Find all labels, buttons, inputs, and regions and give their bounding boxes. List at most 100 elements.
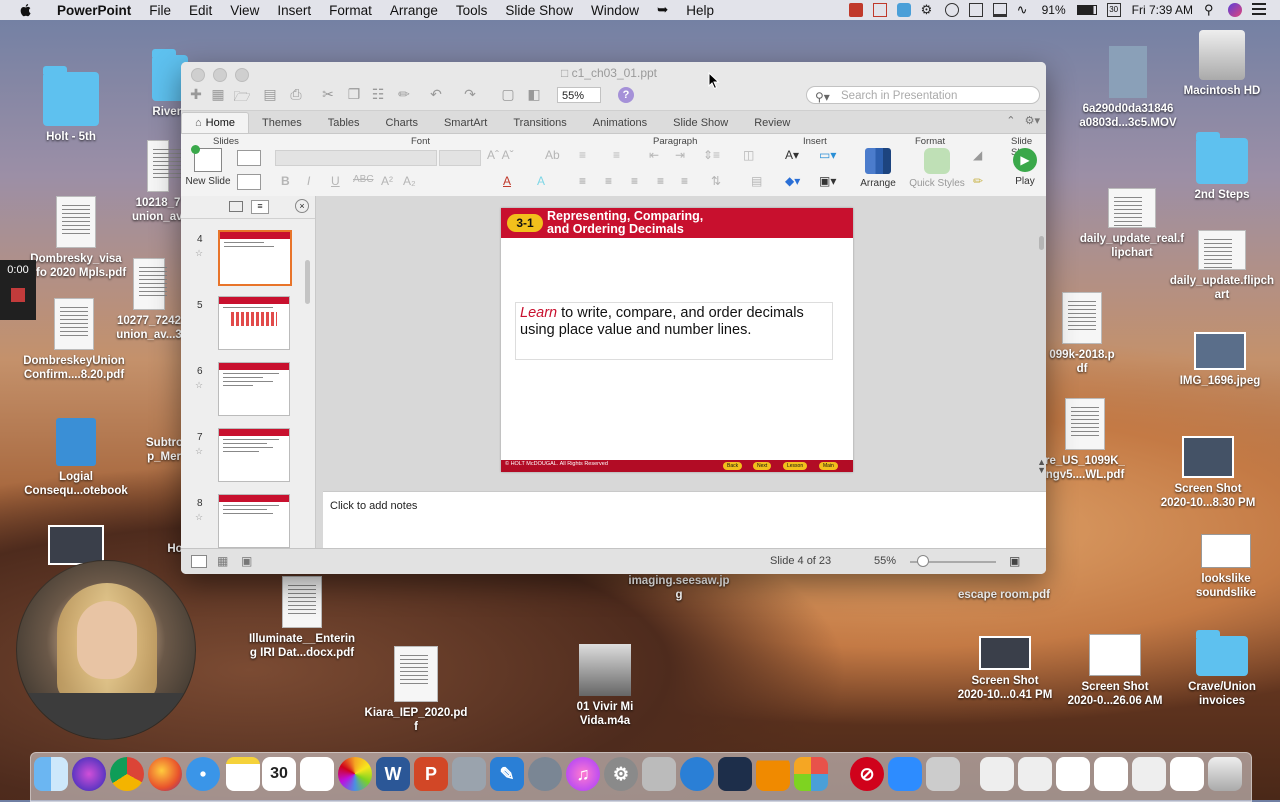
paste-icon[interactable]: ☷	[369, 86, 387, 102]
normal-view-button[interactable]	[191, 555, 207, 568]
tab-themes[interactable]: Themes	[249, 113, 315, 133]
line-color-icon[interactable]: ✏	[973, 174, 983, 188]
align-center-icon[interactable]: ≡	[605, 174, 612, 188]
desktop-file-10218[interactable]: 10218_7 union_av...	[132, 140, 191, 224]
recent-doc-5-icon[interactable]	[1132, 757, 1166, 791]
desktop-file-illuminate[interactable]: Illuminate__Enterin g IRI Dat...docx.pdf	[246, 576, 358, 660]
text-effects-icon[interactable]: A	[537, 174, 545, 188]
siri-icon[interactable]	[1228, 3, 1242, 17]
desktop-folder-holt-5th[interactable]: Holt - 5th	[30, 66, 112, 144]
recent-doc-4-icon[interactable]	[1094, 757, 1128, 791]
outline-view-tab[interactable]: ≡	[251, 200, 269, 214]
prev-next-slide-icon[interactable]: ▲ ▼	[1037, 458, 1046, 475]
shape-icon[interactable]: ▭▾	[819, 148, 836, 162]
photos-icon[interactable]	[338, 757, 372, 791]
menu-window[interactable]: Window	[582, 3, 648, 18]
desktop-file-daily-update[interactable]: daily_update.flipch art	[1166, 230, 1278, 302]
view-icon[interactable]: ◧	[525, 86, 543, 102]
increase-indent-icon[interactable]: ⇥	[675, 148, 685, 162]
desktop-photo-thumbnail[interactable]	[48, 525, 104, 565]
music-icon[interactable]: ♫	[566, 757, 600, 791]
office-app-icon[interactable]	[794, 757, 828, 791]
zoom-window-button[interactable]	[235, 68, 249, 82]
screen-recorder-widget[interactable]: 0:00	[0, 260, 36, 320]
backup-icon[interactable]	[680, 757, 714, 791]
align-right-icon[interactable]: ≡	[631, 174, 638, 188]
desktop-macintosh-hd[interactable]: Macintosh HD	[1176, 30, 1268, 98]
calendar-dock-icon[interactable]: 30	[262, 757, 296, 791]
siri-dock-icon[interactable]	[72, 757, 106, 791]
desktop-file-us-1099k[interactable]: re_US_1099K_ ngv5....WL.pdf	[1044, 398, 1126, 482]
vlc-icon[interactable]	[756, 757, 790, 791]
distributed-icon[interactable]: ≡	[681, 174, 688, 188]
layout-button[interactable]	[237, 150, 261, 166]
thumbnail-scrollbar[interactable]	[305, 260, 310, 304]
minimize-window-button[interactable]	[213, 68, 227, 82]
fit-to-window-button[interactable]: ▣	[1009, 554, 1020, 568]
clear-formatting-icon[interactable]: Ab	[545, 148, 560, 162]
slides-view-tab[interactable]	[229, 201, 243, 212]
script-menu-icon[interactable]: ➥	[648, 2, 677, 18]
align-left-icon[interactable]: ≡	[579, 174, 586, 188]
tab-charts[interactable]: Charts	[373, 113, 431, 133]
lesson-nav-button[interactable]: Lesson	[783, 462, 808, 470]
zoom-app-icon[interactable]	[888, 757, 922, 791]
align-text-icon[interactable]: ▤	[751, 174, 762, 188]
printer-icon[interactable]	[968, 3, 983, 17]
launchpad-icon[interactable]	[528, 757, 562, 791]
notification-center-icon[interactable]	[1252, 3, 1266, 17]
menu-edit[interactable]: Edit	[180, 3, 221, 18]
system-preferences-icon[interactable]: ⚙	[604, 757, 638, 791]
desktop-screenshot-0-41[interactable]: Screen Shot 2020-10...0.41 PM	[950, 636, 1060, 702]
screen-record-icon[interactable]	[896, 3, 911, 17]
next-nav-button[interactable]: Next	[753, 462, 772, 470]
text-direction-icon[interactable]: ⇅	[711, 174, 721, 188]
new-slide-button[interactable]: New Slide	[185, 145, 231, 187]
tab-review[interactable]: Review	[741, 113, 803, 133]
back-nav-button[interactable]: Back	[723, 462, 743, 470]
font-name-select[interactable]	[275, 150, 437, 166]
quick-styles-button[interactable]: Quick Styles	[907, 148, 967, 189]
superscript-icon[interactable]: A²	[381, 174, 393, 188]
battery-icon[interactable]	[1076, 5, 1097, 15]
slide-show-view-button[interactable]: ▣	[241, 554, 252, 568]
trash-icon[interactable]	[1208, 757, 1242, 791]
desktop-file-subtrop[interactable]: Subtro p_Mer	[146, 436, 183, 464]
save-icon[interactable]: ▤	[261, 86, 279, 102]
menu-clock[interactable]: Fri 7:39 AM	[1132, 3, 1193, 17]
screenshot-app-icon[interactable]	[642, 757, 676, 791]
media-icon[interactable]: ▣▾	[819, 174, 836, 188]
stop-recording-button[interactable]	[11, 288, 25, 302]
desktop-file-kiara-iep[interactable]: Kiara_IEP_2020.pd f	[360, 646, 472, 734]
dropbox-icon[interactable]	[848, 3, 863, 17]
slide-thumbnail-pane[interactable]: ≡ × 4 ☆ 5 6 ☆ 7 ☆ 8 ☆	[181, 196, 316, 548]
slide-thumbnail[interactable]: 5	[181, 296, 315, 354]
word-icon[interactable]: W	[376, 757, 410, 791]
desktop-file-mov[interactable]: 6a290d0da31846 a0803d...3c5.MOV	[1070, 46, 1186, 130]
desktop-screenshot-8-30[interactable]: Screen Shot 2020-10...8.30 PM	[1152, 436, 1264, 510]
decrease-indent-icon[interactable]: ⇤	[649, 148, 659, 162]
desktop-file-vivir-mi-vida[interactable]: 01 Vivir Mi Vida.m4a	[556, 644, 654, 728]
ribbon-options-icon[interactable]: ⌃ ⚙▾	[1006, 114, 1040, 127]
format-painter-icon[interactable]: ✏	[395, 86, 413, 102]
underline-icon[interactable]: U	[331, 174, 340, 188]
tab-slide-show[interactable]: Slide Show	[660, 113, 741, 133]
slide-thumbnail[interactable]: 8 ☆	[181, 494, 315, 552]
desktop-file-escape-room[interactable]: escape room.pdf	[952, 588, 1056, 602]
desktop-folder-2nd-steps[interactable]: 2nd Steps	[1180, 132, 1264, 202]
columns-icon[interactable]: ◫	[743, 148, 754, 162]
section-button[interactable]	[237, 174, 261, 190]
apple-menu-icon[interactable]	[18, 2, 34, 18]
subscript-icon[interactable]: A₂	[403, 174, 416, 188]
menu-slide-show[interactable]: Slide Show	[496, 3, 582, 18]
desktop-file-1099k-2018[interactable]: 099k-2018.p df	[1044, 292, 1120, 376]
reminders-icon[interactable]	[300, 757, 334, 791]
safari-icon[interactable]	[186, 757, 220, 791]
desktop-file-img-1696[interactable]: IMG_1696.jpeg	[1170, 332, 1270, 388]
tab-smartart[interactable]: SmartArt	[431, 113, 500, 133]
slide-body-textbox[interactable]: Learn to write, compare, and order decim…	[515, 302, 833, 360]
desktop-file-lookslike[interactable]: lookslike soundslike	[1186, 534, 1266, 600]
print-icon[interactable]: ⎙	[287, 86, 305, 102]
menu-arrange[interactable]: Arrange	[381, 3, 447, 18]
menu-file[interactable]: File	[140, 3, 180, 18]
